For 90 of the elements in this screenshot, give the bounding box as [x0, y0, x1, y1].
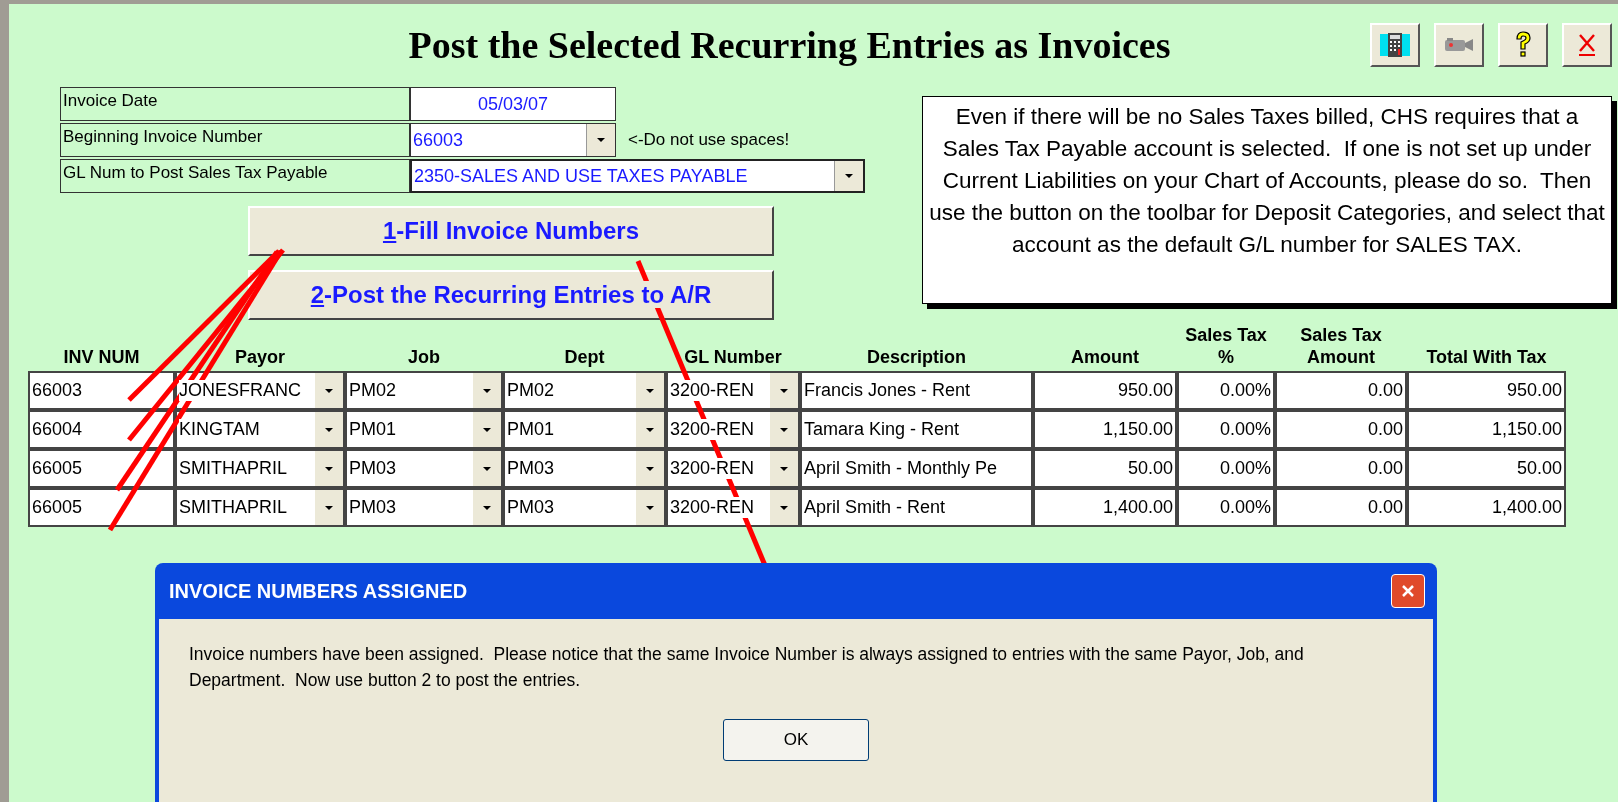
column-header: Description — [866, 346, 967, 368]
dropdown-arrow-icon — [325, 466, 333, 471]
dropdown-arrow-icon — [780, 505, 788, 510]
column-header: GL Number — [683, 346, 783, 368]
table-cell: 0.00 — [1275, 410, 1407, 449]
close-button[interactable] — [1562, 23, 1612, 67]
dropdown-field[interactable]: 2350-SALES AND USE TAXES PAYABLE — [410, 159, 865, 193]
table-cell: 0.00% — [1177, 410, 1275, 449]
table-cell: 66004 — [28, 410, 175, 449]
table-cell: 66005 — [28, 488, 175, 527]
table-cell: 0.00% — [1177, 488, 1275, 527]
table-cell: 0.00 — [1275, 488, 1407, 527]
dropdown-cell[interactable]: PM01 — [503, 410, 666, 449]
dropdown-cell[interactable]: PM02 — [345, 371, 503, 410]
dropdown-cell[interactable]: SMITHAPRIL — [175, 488, 345, 527]
dropdown-arrow-icon — [646, 388, 654, 393]
column-header: Payor — [234, 346, 286, 368]
calculator-button[interactable] — [1370, 23, 1420, 67]
table-cell: 1,400.00 — [1407, 488, 1566, 527]
table-cell: 1,150.00 — [1033, 410, 1177, 449]
date-field[interactable]: 05/03/07 — [410, 87, 616, 121]
dropdown-arrow-icon — [325, 427, 333, 432]
dropdown-arrow-icon — [646, 505, 654, 510]
column-header: Sales Tax Amount — [1299, 324, 1383, 368]
dropdown-cell[interactable]: PM03 — [345, 449, 503, 488]
dropdown-arrow-icon — [325, 388, 333, 393]
dropdown-arrow-icon — [780, 427, 788, 432]
field-label: Beginning Invoice Number — [60, 123, 410, 157]
close-icon — [1400, 583, 1416, 599]
dropdown-field[interactable]: 66003 — [410, 123, 616, 157]
table-cell: April Smith - Rent — [800, 488, 1033, 527]
table-cell: Tamara King - Rent — [800, 410, 1033, 449]
dropdown-cell[interactable]: 3200-REN — [666, 410, 800, 449]
dialog-message: Invoice numbers have been assigned. Please notice that the same Invoice Number is always assigned to entries with the same Payor, Job, and Department. Now use button 2 to post the entries. — [189, 643, 1305, 692]
dropdown-arrow-icon — [483, 466, 491, 471]
hint-text: <-Do not use spaces! — [628, 130, 790, 150]
dropdown-arrow-icon — [780, 388, 788, 393]
table-cell: 50.00 — [1033, 449, 1177, 488]
dialog-title: INVOICE NUMBERS ASSIGNED — [169, 579, 468, 603]
dropdown-cell[interactable]: PM03 — [345, 488, 503, 527]
column-header: Amount — [1070, 346, 1140, 368]
table-cell: 0.00 — [1275, 371, 1407, 410]
calculator-icon — [1380, 32, 1410, 58]
field-label: GL Num to Post Sales Tax Payable — [60, 159, 410, 193]
question-icon — [1513, 30, 1533, 60]
help-button[interactable] — [1498, 23, 1548, 67]
ok-button[interactable]: OK — [723, 719, 869, 761]
dropdown-cell[interactable]: 3200-REN — [666, 488, 800, 527]
action-button[interactable]: 1-Fill Invoice Numbers — [248, 206, 774, 256]
dropdown-cell[interactable]: PM03 — [503, 449, 666, 488]
table-cell: 950.00 — [1033, 371, 1177, 410]
table-cell: 66005 — [28, 449, 175, 488]
table-cell: 50.00 — [1407, 449, 1566, 488]
dropdown-cell[interactable]: SMITHAPRIL — [175, 449, 345, 488]
dropdown-cell[interactable]: PM01 — [345, 410, 503, 449]
camera-button[interactable] — [1434, 23, 1484, 67]
column-header: Total With Tax — [1425, 346, 1548, 368]
table-cell: 0.00 — [1275, 449, 1407, 488]
column-header: Dept — [563, 346, 606, 368]
dropdown-cell[interactable]: KINGTAM — [175, 410, 345, 449]
dropdown-arrow-icon — [325, 505, 333, 510]
column-header: Sales Tax % — [1184, 324, 1268, 368]
dropdown-cell[interactable]: 3200-REN — [666, 371, 800, 410]
action-button[interactable]: 2-Post the Recurring Entries to A/R — [248, 270, 774, 320]
dropdown-arrow-icon — [597, 138, 605, 142]
table-cell: 66003 — [28, 371, 175, 410]
table-cell: 0.00% — [1177, 449, 1275, 488]
close-button[interactable] — [1391, 574, 1425, 608]
window-title: Post the Selected Recurring Entries as Invoices — [407, 23, 1172, 67]
table-cell: 950.00 — [1407, 371, 1566, 410]
dropdown-arrow-icon — [483, 427, 491, 432]
table-cell: 1,150.00 — [1407, 410, 1566, 449]
field-label: Invoice Date — [60, 87, 410, 121]
dropdown-arrow-icon — [845, 174, 853, 178]
table-cell: 0.00% — [1177, 371, 1275, 410]
close-icon — [1577, 32, 1597, 58]
table-cell: April Smith - Monthly Pe — [800, 449, 1033, 488]
dropdown-arrow-icon — [483, 388, 491, 393]
dropdown-cell[interactable]: 3200-REN — [666, 449, 800, 488]
dropdown-cell[interactable]: PM02 — [503, 371, 666, 410]
table-cell: Francis Jones - Rent — [800, 371, 1033, 410]
column-header: Job — [407, 346, 441, 368]
dropdown-cell[interactable]: PM03 — [503, 488, 666, 527]
dropdown-arrow-icon — [483, 505, 491, 510]
table-cell: 1,400.00 — [1033, 488, 1177, 527]
dropdown-arrow-icon — [646, 427, 654, 432]
dropdown-arrow-icon — [780, 466, 788, 471]
dropdown-cell[interactable]: JONESFRANC — [175, 371, 345, 410]
column-header: INV NUM — [62, 346, 141, 368]
dropdown-arrow-icon — [646, 466, 654, 471]
